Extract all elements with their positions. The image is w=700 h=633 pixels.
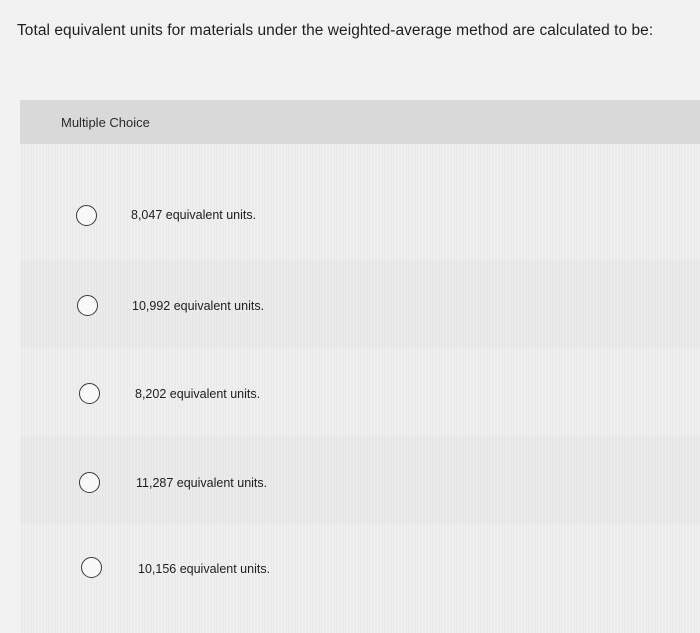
radio-button-icon[interactable] (81, 557, 102, 578)
answer-option-3[interactable]: 8,202 equivalent units. (20, 348, 700, 436)
panel-header: Multiple Choice (20, 100, 700, 144)
answer-option-5[interactable]: 10,156 equivalent units. (20, 522, 700, 610)
radio-button-icon[interactable] (77, 295, 98, 316)
answer-option-label: 11,287 equivalent units. (136, 476, 268, 490)
answer-option-label: 8,047 equivalent units. (131, 208, 257, 222)
answer-option-label: 8,202 equivalent units. (135, 387, 261, 401)
answer-option-4[interactable]: 11,287 equivalent units. (20, 436, 700, 524)
multiple-choice-panel: Multiple Choice 8,047 equivalent units. … (20, 100, 700, 633)
answer-option-label: 10,156 equivalent units. (138, 562, 271, 576)
radio-button-icon[interactable] (79, 472, 100, 493)
radio-button-icon[interactable] (76, 205, 97, 226)
radio-button-icon[interactable] (79, 383, 100, 404)
question-text: Total equivalent units for materials und… (17, 22, 654, 39)
panel-header-label: Multiple Choice (61, 115, 150, 130)
answer-option-1[interactable]: 8,047 equivalent units. (20, 172, 700, 260)
answer-option-label: 10,992 equivalent units. (132, 299, 265, 313)
answer-option-2[interactable]: 10,992 equivalent units. (20, 260, 700, 348)
